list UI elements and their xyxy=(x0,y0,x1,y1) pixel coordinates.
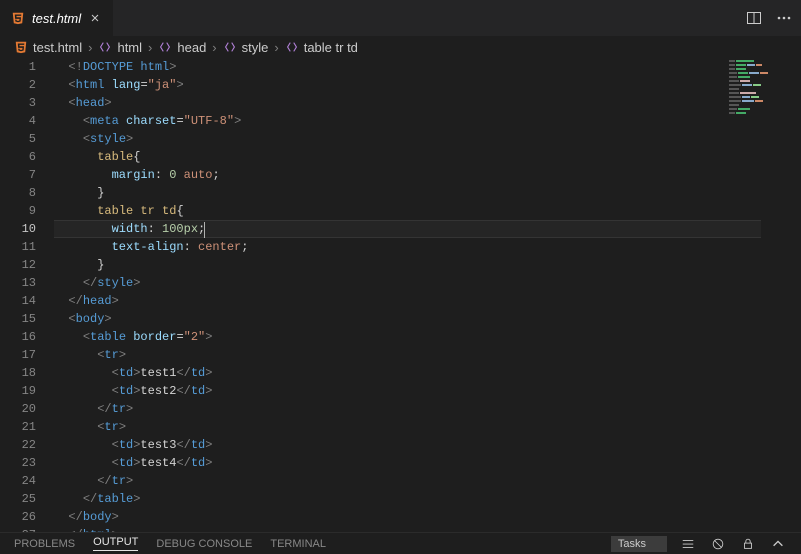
line-number: 4 xyxy=(0,112,36,130)
line-number: 3 xyxy=(0,94,36,112)
code-line: <td>test4</td> xyxy=(54,454,801,472)
panel-tab-debug-console[interactable]: DEBUG CONSOLE xyxy=(156,538,252,550)
line-number: 25 xyxy=(0,490,36,508)
split-editor-icon[interactable] xyxy=(745,9,763,27)
breadcrumb-item[interactable]: table tr td xyxy=(285,40,358,55)
code-line: </tr> xyxy=(54,400,801,418)
html-file-icon xyxy=(10,10,26,26)
line-number: 15 xyxy=(0,310,36,328)
line-number: 18 xyxy=(0,364,36,382)
code-line: width: 100px; xyxy=(54,220,801,238)
code-area[interactable]: <!DOCTYPE html> <html lang="ja"> <head> … xyxy=(54,58,801,532)
code-line: text-align: center; xyxy=(54,238,801,256)
chevron-up-icon[interactable] xyxy=(769,535,787,553)
code-line: <tr> xyxy=(54,346,801,364)
code-line: <tr> xyxy=(54,418,801,436)
more-icon[interactable] xyxy=(775,9,793,27)
symbol-icon xyxy=(285,40,299,54)
panel-tab-output[interactable]: OUTPUT xyxy=(93,536,138,551)
code-line: <meta charset="UTF-8"> xyxy=(54,112,801,130)
line-number: 7 xyxy=(0,166,36,184)
list-icon[interactable] xyxy=(679,535,697,553)
line-number: 2 xyxy=(0,76,36,94)
line-number: 21 xyxy=(0,418,36,436)
code-line: } xyxy=(54,184,801,202)
code-line: <style> xyxy=(54,130,801,148)
code-line: <body> xyxy=(54,310,801,328)
symbol-icon xyxy=(98,40,112,54)
line-number: 10 xyxy=(0,220,36,238)
breadcrumb: test.html › html › head › style › table … xyxy=(0,36,801,58)
code-line: <td>test2</td> xyxy=(54,382,801,400)
tab-label: test.html xyxy=(32,11,81,26)
symbol-icon xyxy=(158,40,172,54)
lock-icon[interactable] xyxy=(739,535,757,553)
line-number: 12 xyxy=(0,256,36,274)
breadcrumb-item[interactable]: style xyxy=(223,40,269,55)
tab-bar: test.html xyxy=(0,0,801,36)
panel-tabs: PROBLEMS OUTPUT DEBUG CONSOLE TERMINAL T… xyxy=(0,532,801,554)
line-number: 26 xyxy=(0,508,36,526)
code-line: <td>test1</td> xyxy=(54,364,801,382)
line-number: 11 xyxy=(0,238,36,256)
breadcrumb-label: head xyxy=(177,40,206,55)
code-line: <td>test3</td> xyxy=(54,436,801,454)
line-number: 20 xyxy=(0,400,36,418)
code-line: <html lang="ja"> xyxy=(54,76,801,94)
code-line: </head> xyxy=(54,292,801,310)
clear-icon[interactable] xyxy=(709,535,727,553)
breadcrumb-label: table tr td xyxy=(304,40,358,55)
chevron-right-icon: › xyxy=(146,40,154,55)
line-number: 9 xyxy=(0,202,36,220)
line-number: 22 xyxy=(0,436,36,454)
chevron-right-icon: › xyxy=(272,40,280,55)
code-line: <table border="2"> xyxy=(54,328,801,346)
code-line: table tr td{ xyxy=(54,202,801,220)
line-number: 14 xyxy=(0,292,36,310)
dropdown-label: Tasks xyxy=(618,538,646,550)
code-line: </style> xyxy=(54,274,801,292)
panel-actions: Tasks xyxy=(611,535,787,553)
symbol-icon xyxy=(223,40,237,54)
panel-tab-terminal[interactable]: TERMINAL xyxy=(270,538,326,550)
line-number: 13 xyxy=(0,274,36,292)
close-icon[interactable] xyxy=(87,10,103,26)
line-number: 19 xyxy=(0,382,36,400)
line-number: 8 xyxy=(0,184,36,202)
breadcrumb-item[interactable]: html xyxy=(98,40,142,55)
code-line: <!DOCTYPE html> xyxy=(54,58,801,76)
breadcrumb-label: html xyxy=(117,40,142,55)
breadcrumb-item[interactable]: head xyxy=(158,40,206,55)
code-line: </table> xyxy=(54,490,801,508)
chevron-right-icon: › xyxy=(210,40,218,55)
code-line: <head> xyxy=(54,94,801,112)
text-cursor xyxy=(204,222,205,238)
line-number: 17 xyxy=(0,346,36,364)
breadcrumb-item[interactable]: test.html xyxy=(14,40,82,55)
code-line: </tr> xyxy=(54,472,801,490)
breadcrumb-label: test.html xyxy=(33,40,82,55)
line-number: 1 xyxy=(0,58,36,76)
line-number: 23 xyxy=(0,454,36,472)
tab-test-html[interactable]: test.html xyxy=(0,0,113,36)
line-number: 5 xyxy=(0,130,36,148)
breadcrumb-label: style xyxy=(242,40,269,55)
tasks-dropdown[interactable]: Tasks xyxy=(611,536,667,552)
tab-actions xyxy=(745,9,793,27)
code-line: table{ xyxy=(54,148,801,166)
editor[interactable]: 1 2 3 4 5 6 7 8 9 10 11 12 13 14 15 16 1… xyxy=(0,58,801,532)
line-number: 16 xyxy=(0,328,36,346)
chevron-right-icon: › xyxy=(86,40,94,55)
line-number: 6 xyxy=(0,148,36,166)
code-line: } xyxy=(54,256,801,274)
panel-tab-problems[interactable]: PROBLEMS xyxy=(14,538,75,550)
code-line: margin: 0 auto; xyxy=(54,166,801,184)
html-file-icon xyxy=(14,40,28,54)
code-line: </body> xyxy=(54,508,801,526)
line-number: 24 xyxy=(0,472,36,490)
line-number-gutter: 1 2 3 4 5 6 7 8 9 10 11 12 13 14 15 16 1… xyxy=(0,58,54,532)
